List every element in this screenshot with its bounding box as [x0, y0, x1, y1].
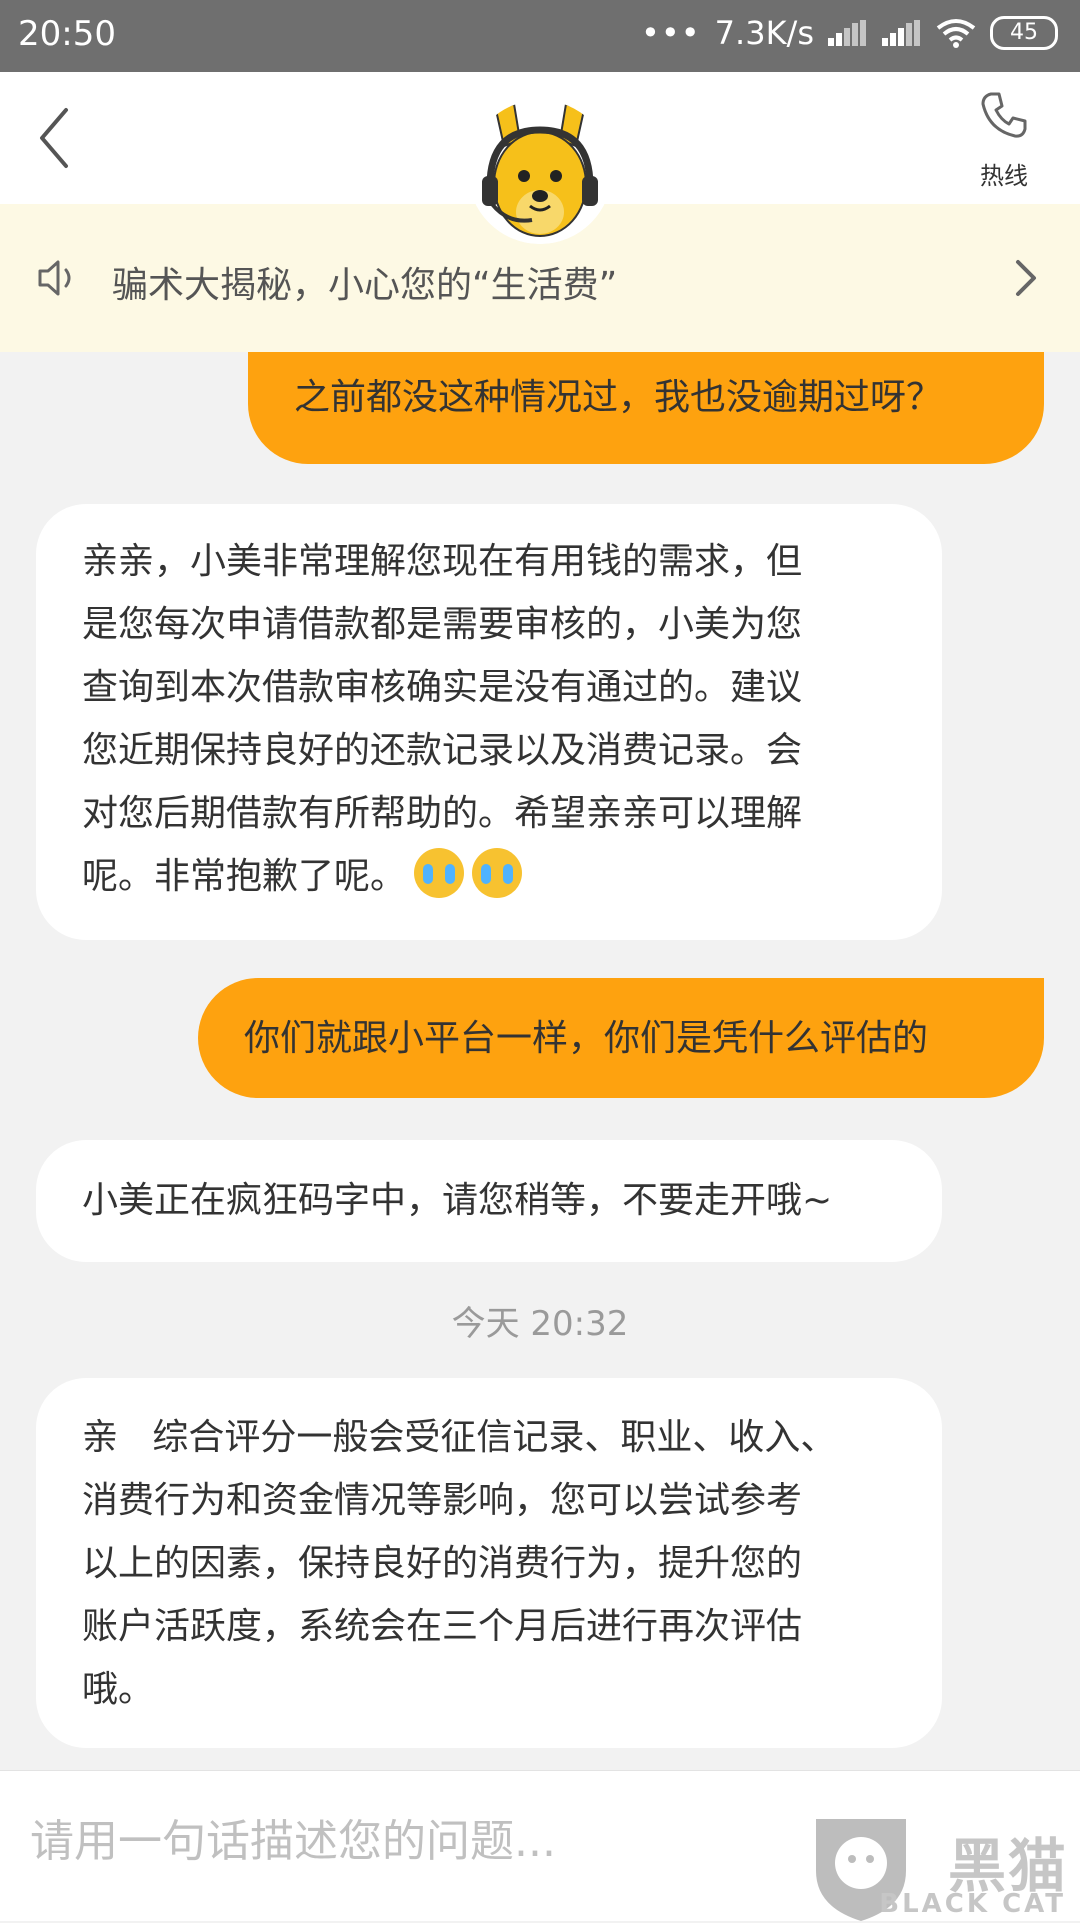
chevron-right-icon [1016, 260, 1036, 296]
question-input[interactable] [28, 1815, 812, 1868]
agent-message-text: 亲亲，小美非常理解您现在有用钱的需求，但 是您每次申请借款都是需要审核的，小美为… [82, 541, 803, 897]
hotline-label: 热线 [980, 162, 1028, 190]
network-speed: 7.3K/s [714, 14, 814, 52]
status-time: 20:50 [18, 14, 116, 54]
battery-icon: 45 [990, 16, 1058, 50]
message-timestamp: 今天 20:32 [451, 1304, 629, 1344]
agent-message: 小美正在疯狂码字中，请您稍等，不要走开哦~ [36, 1140, 942, 1262]
chat-area[interactable]: 之前都没这种情况过，我也没逾期过呀？ 亲亲，小美非常理解您现在有用钱的需求，但 … [0, 352, 1080, 1770]
wifi-icon [936, 19, 976, 48]
signal-icon [828, 20, 868, 46]
agent-message: 亲 综合评分一般会受征信记录、职业、收入、 消费行为和资金情况等影响，您可以尝试… [36, 1378, 942, 1748]
notice-text: 骗术大揭秘，小心您的“生活费” [112, 265, 618, 306]
status-indicators: ••• 7.3K/s 45 [641, 14, 1058, 52]
agent-message: 亲亲，小美非常理解您现在有用钱的需求，但 是您每次申请借款都是需要审核的，小美为… [36, 504, 942, 940]
kangaroo-mascot-icon [468, 100, 612, 244]
phone-icon [981, 92, 1027, 138]
crying-face-emoji [472, 848, 523, 898]
back-icon[interactable] [34, 106, 74, 170]
user-message: 你们就跟小平台一样，你们是凭什么评估的 [198, 978, 1044, 1098]
crying-face-emoji [414, 848, 465, 898]
user-message: 之前都没这种情况过，我也没逾期过呀？ [248, 352, 1044, 464]
more-dots: ••• [641, 14, 701, 52]
agent-avatar [468, 100, 612, 244]
speaker-icon [38, 260, 71, 296]
watermark: 黑猫 BLACK CAT [806, 1811, 1076, 1923]
input-bar: 黑猫 BLACK CAT [0, 1770, 1080, 1921]
signal-2-icon [882, 20, 922, 46]
status-bar: 20:50 ••• 7.3K/s 45 [0, 0, 1080, 72]
watermark-sub: BLACK CAT [879, 1889, 1066, 1919]
hotline-button[interactable]: 热线 [964, 90, 1044, 191]
